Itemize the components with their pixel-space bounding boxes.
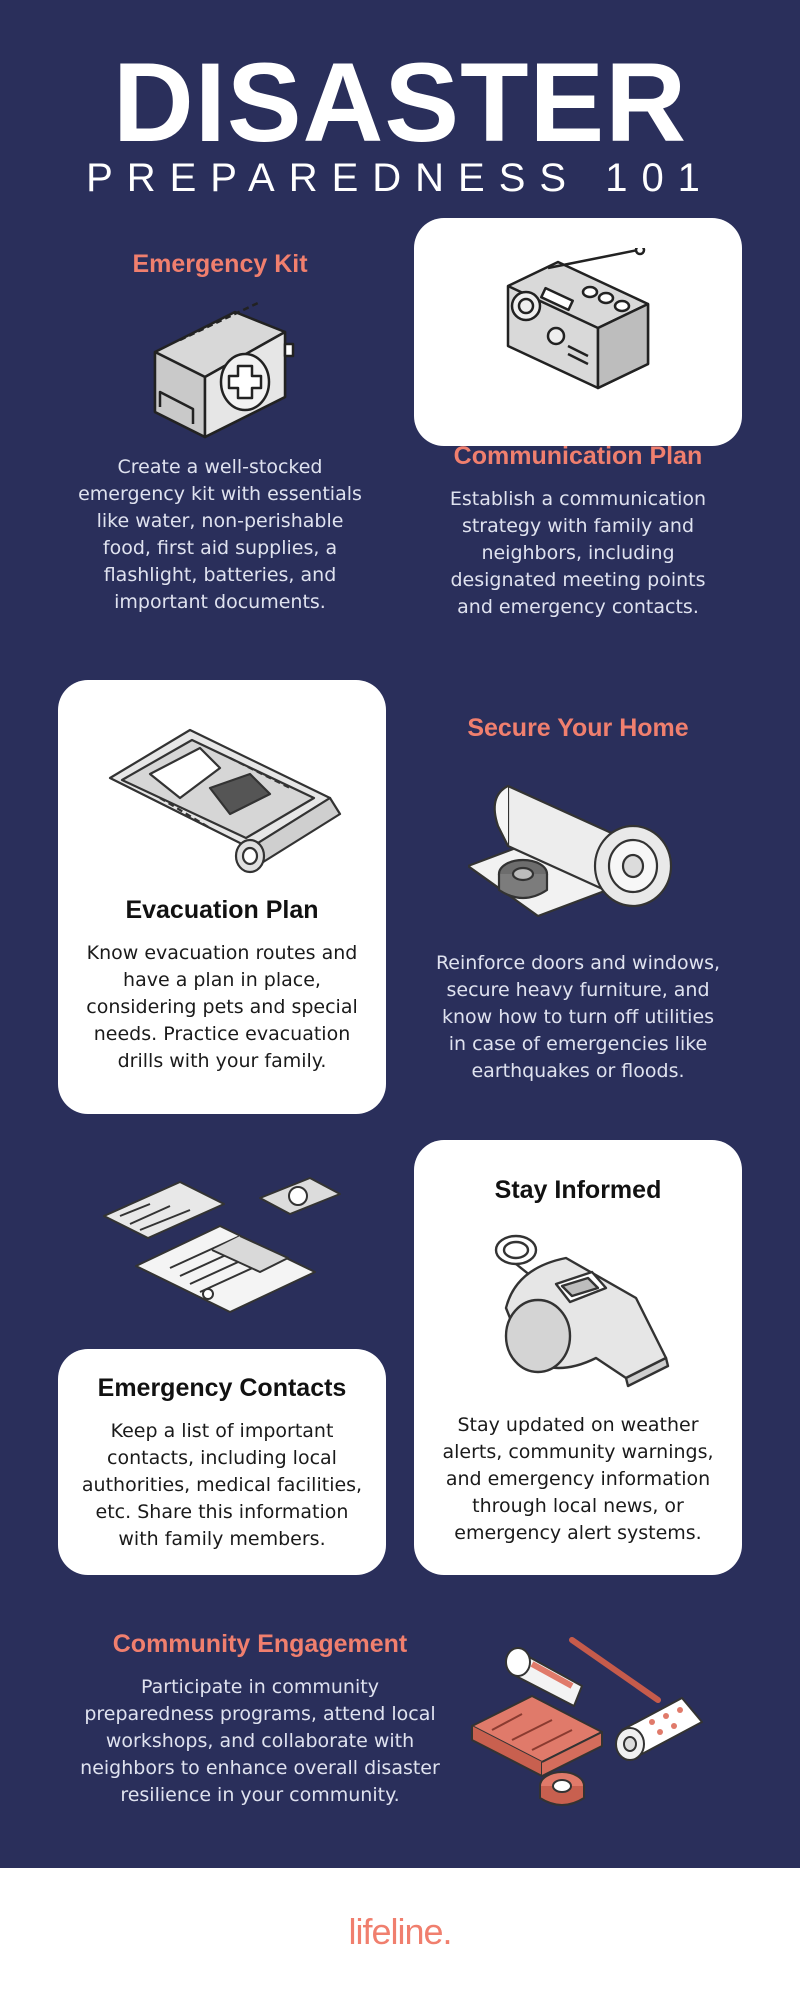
community-engagement-heading: Community Engagement <box>112 1630 408 1658</box>
lifeline-logo: lifeline. <box>348 1911 452 1952</box>
stay-informed-heading: Stay Informed <box>494 1176 662 1204</box>
footer: lifeline. <box>0 1868 800 2000</box>
secure-home-body: Reinforce doors and windows, secure heav… <box>435 952 721 1082</box>
documents-icon <box>103 1177 341 1313</box>
supplies-icon <box>471 1637 703 1806</box>
emergency-contacts-body: Keep a list of important contacts, inclu… <box>81 1420 363 1550</box>
radio-icon <box>506 248 650 390</box>
emergency-kit-body: Create a well-stocked emergency kit with… <box>78 456 362 613</box>
evacuation-plan-heading: Evacuation Plan <box>125 896 319 924</box>
whistle-icon <box>494 1234 670 1388</box>
emergency-kit-heading: Emergency Kit <box>132 250 308 278</box>
page-subtitle: PREPAREDNESS 101 <box>86 156 714 200</box>
infographic-page: DISASTER PREPAREDNESS 101 Emergency Kit … <box>0 0 800 1868</box>
first-aid-kit-icon <box>153 300 295 439</box>
communication-plan-body: Establish a communication strategy with … <box>449 488 707 618</box>
plastic-sheet-roll-icon <box>468 784 673 918</box>
map-icon <box>108 728 342 874</box>
emergency-contacts-heading: Emergency Contacts <box>97 1374 347 1402</box>
community-engagement-body: Participate in community preparedness pr… <box>80 1676 440 1806</box>
stay-informed-body: Stay updated on weather alerts, communit… <box>442 1414 714 1544</box>
page-title: DISASTER <box>112 40 688 165</box>
communication-plan-heading: Communication Plan <box>453 442 703 470</box>
evacuation-plan-body: Know evacuation routes and have a plan i… <box>86 942 358 1072</box>
secure-home-heading: Secure Your Home <box>467 714 689 742</box>
